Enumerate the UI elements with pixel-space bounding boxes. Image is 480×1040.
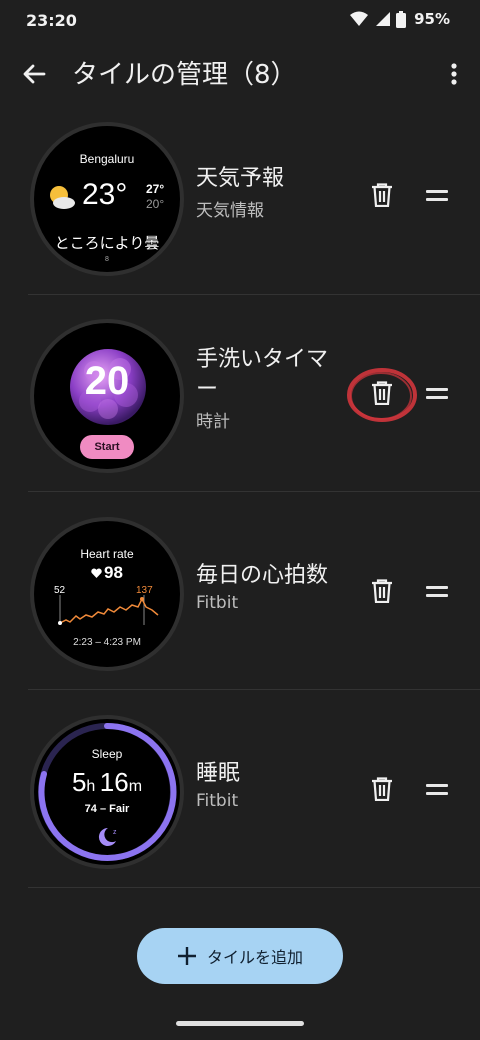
- tile-row-handwash: 20 Start 手洗いタイマー 時計: [0, 295, 480, 492]
- tile-preview-weather[interactable]: Bengaluru 23° 27° 20° ところにより曇 8: [30, 122, 184, 276]
- status-bar: 23:20 95%: [0, 0, 480, 42]
- add-tile-button[interactable]: タイルを追加: [137, 928, 343, 984]
- wifi-icon: [350, 11, 369, 26]
- tile-source: 天気情報: [196, 201, 264, 221]
- drag-handle[interactable]: [426, 769, 450, 809]
- tile-source: 時計: [196, 412, 230, 432]
- delete-tile-button[interactable]: [362, 175, 402, 215]
- sleep-title: Sleep: [91, 747, 123, 761]
- heart-icon: [91, 568, 102, 578]
- tile-source: Fitbit: [196, 593, 239, 613]
- more-vert-icon: [451, 63, 457, 85]
- delete-tile-button[interactable]: [362, 769, 402, 809]
- svg-text:z: z: [113, 829, 117, 836]
- weather-condition: ところにより曇: [54, 234, 160, 252]
- drag-handle[interactable]: [426, 571, 450, 611]
- tile-name: 睡眠: [196, 761, 241, 786]
- back-button[interactable]: [18, 58, 50, 90]
- cell-signal-icon: [376, 12, 391, 26]
- tile-name: 天気予報: [196, 166, 285, 191]
- heart-time-range: 2:23 – 4:23 PM: [73, 637, 141, 648]
- battery-icon: [396, 10, 407, 28]
- weather-low: 20°: [146, 197, 165, 211]
- trash-icon: [372, 579, 392, 603]
- sleep-minutes-unit: m: [128, 778, 143, 795]
- sleep-hours-unit: h: [86, 778, 96, 795]
- battery-percent: 95%: [414, 10, 450, 28]
- delete-tile-button[interactable]: [362, 373, 402, 413]
- tile-row-sleep: Sleep 5h 16m 74 – Fair z 睡眠 Fitbit: [0, 691, 480, 888]
- tile-preview-sleep[interactable]: Sleep 5h 16m 74 – Fair z: [30, 715, 184, 869]
- more-options-button[interactable]: [442, 58, 466, 90]
- gesture-navigation-bar[interactable]: [176, 1021, 304, 1026]
- heart-rate-chart: [58, 595, 159, 625]
- weather-city: Bengaluru: [79, 152, 135, 166]
- heart-value: 98: [104, 563, 123, 582]
- tile-row-weather: Bengaluru 23° 27° 20° ところにより曇 8 天気予報 天気情…: [0, 98, 480, 295]
- weather-footer: 8: [105, 256, 109, 263]
- back-arrow-icon: [23, 64, 46, 84]
- trash-icon: [372, 381, 392, 405]
- tile-name: 手洗いタイマー: [196, 347, 329, 402]
- app-bar: タイルの管理（8）: [0, 42, 480, 106]
- divider: [28, 689, 480, 690]
- sleep-minutes: 16: [99, 767, 129, 797]
- heart-title: Heart rate: [80, 547, 134, 561]
- partly-cloudy-icon: [50, 186, 75, 209]
- tile-preview-heart-rate[interactable]: Heart rate 98 52 137 2:23 – 4:23 PM: [30, 517, 184, 671]
- tile-name: 毎日の心拍数: [196, 563, 329, 588]
- tile-source: Fitbit: [196, 791, 239, 811]
- delete-tile-button[interactable]: [362, 571, 402, 611]
- trash-icon: [372, 183, 392, 207]
- plus-icon: [177, 947, 196, 965]
- status-time: 23:20: [26, 11, 77, 30]
- weather-temp: 23°: [82, 178, 128, 211]
- page-title: タイルの管理（8）: [72, 60, 297, 90]
- tile-row-heart-rate: Heart rate 98 52 137 2:23 – 4:23 PM 毎日の心…: [0, 493, 480, 690]
- divider: [28, 887, 480, 888]
- drag-handle[interactable]: [426, 175, 450, 215]
- add-tile-label: タイルを追加: [206, 948, 303, 967]
- timer-count: 20: [84, 359, 130, 403]
- weather-high: 27°: [146, 182, 165, 196]
- sleep-score: 74 – Fair: [84, 803, 130, 815]
- drag-handle[interactable]: [426, 373, 450, 413]
- tile-preview-handwash[interactable]: 20 Start: [30, 319, 184, 473]
- trash-icon: [372, 777, 392, 801]
- moon-icon: z: [98, 827, 117, 846]
- timer-start-chip: Start: [80, 435, 134, 459]
- divider: [28, 491, 480, 492]
- sleep-hours: 5: [71, 767, 87, 797]
